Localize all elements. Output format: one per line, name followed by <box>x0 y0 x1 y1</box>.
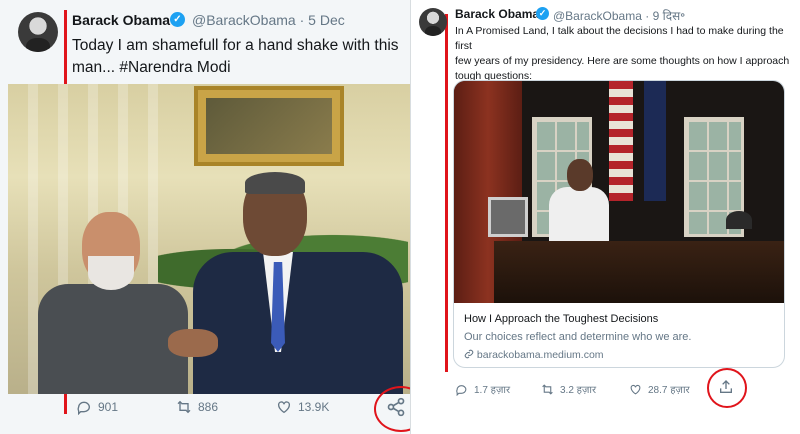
card-description: Our choices reflect and determine who we… <box>464 331 692 343</box>
red-annotation-circle <box>707 368 747 408</box>
person-right <box>193 172 403 394</box>
card-title: How I Approach the Toughest Decisions <box>464 313 659 325</box>
tweet-text-line: man... #Narendra Modi <box>72 59 231 76</box>
author-name[interactable]: Barack Obama <box>72 12 170 28</box>
red-annotation-line <box>445 14 448 372</box>
avatar[interactable] <box>18 12 58 52</box>
tweet-actions: 1.7 हज़ार 3.2 हज़ार 28.7 हज़ार <box>455 382 719 396</box>
retweet-button[interactable]: 886 <box>176 399 276 415</box>
author-handle[interactable]: @BarackObama <box>192 12 296 28</box>
tweet-text: Today I am shamefull for a hand shake wi… <box>72 35 399 79</box>
like-button[interactable]: 13.9K <box>276 399 376 415</box>
separator: · <box>645 9 650 23</box>
separator: · <box>299 12 305 28</box>
painting <box>194 86 344 166</box>
tweet-text-line: Today I am shamefull for a hand shake wi… <box>72 37 399 54</box>
left-tweet: Barack Obama ✓ @BarackObama · 5 Dec Toda… <box>0 0 418 434</box>
card-link-text: barackobama.medium.com <box>476 349 604 361</box>
tweet-text-line: few years of my presidency. Here are som… <box>455 55 790 67</box>
reply-button[interactable]: 1.7 हज़ार <box>455 382 541 396</box>
like-button[interactable]: 28.7 हज़ार <box>629 382 719 396</box>
author-handle[interactable]: @BarackObama <box>553 9 642 23</box>
person-at-desk <box>549 159 609 249</box>
like-icon <box>278 401 290 414</box>
retweet-count: 3.2 हज़ार <box>560 385 597 396</box>
tweet-actions: 901 886 13.9K <box>76 399 376 415</box>
reply-icon <box>456 384 467 396</box>
link-preview-card[interactable]: How I Approach the Toughest Decisions Ou… <box>453 80 785 368</box>
link-icon <box>464 349 474 359</box>
flag <box>609 81 633 201</box>
tweet-date[interactable]: 5 Dec <box>308 12 345 28</box>
flag <box>644 81 666 201</box>
retweet-count: 886 <box>198 400 219 414</box>
card-link[interactable]: barackobama.medium.com <box>464 349 604 361</box>
picture-frame <box>488 197 528 237</box>
desk-lamp <box>726 211 752 229</box>
person-left <box>38 212 188 394</box>
desk <box>494 241 784 303</box>
retweet-icon <box>177 400 191 414</box>
handshake <box>168 329 218 357</box>
verified-badge-icon: ✓ <box>536 7 549 20</box>
author-name[interactable]: Barack Obama <box>455 7 539 21</box>
like-icon <box>630 384 641 394</box>
like-count: 13.9K <box>298 400 330 414</box>
tweet-text: In A Promised Land, I talk about the dec… <box>455 24 795 84</box>
verified-badge-icon: ✓ <box>170 12 185 27</box>
avatar[interactable] <box>419 8 447 36</box>
card-image <box>454 81 784 303</box>
reply-icon <box>77 401 90 415</box>
tweet-text-line: In A Promised Land, I talk about the dec… <box>455 25 784 52</box>
reply-button[interactable]: 901 <box>76 399 176 415</box>
tweet-photo[interactable] <box>8 84 410 394</box>
reply-count: 1.7 हज़ार <box>474 385 511 396</box>
retweet-button[interactable]: 3.2 हज़ार <box>541 382 629 396</box>
tweet-date[interactable]: 9 दिस॰ <box>653 9 686 23</box>
retweet-icon <box>542 383 553 395</box>
reply-count: 901 <box>98 400 119 414</box>
like-count: 28.7 हज़ार <box>648 385 690 396</box>
